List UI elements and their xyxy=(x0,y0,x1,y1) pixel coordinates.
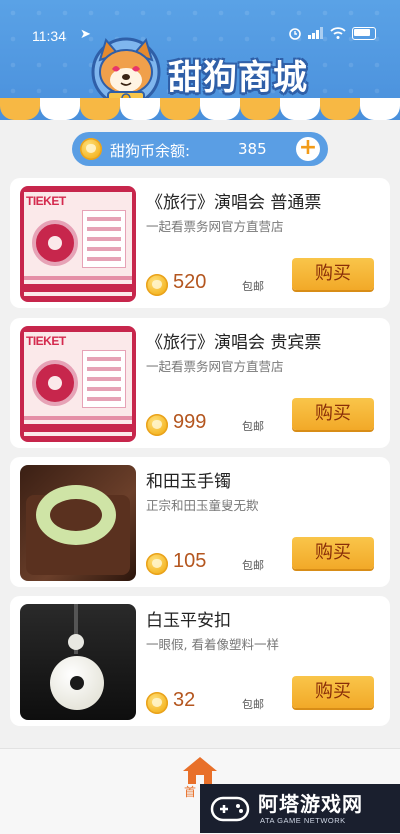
balance-label: 甜狗币余额: xyxy=(110,142,191,160)
gamepad-icon xyxy=(210,796,250,822)
product-card[interactable]: 和田玉手镯 正宗和田玉童叟无欺 105 包邮 购买 xyxy=(10,457,390,587)
buy-button[interactable]: 购买 xyxy=(292,537,374,569)
shipping-label: 包邮 xyxy=(242,280,264,293)
battery-icon xyxy=(352,26,376,40)
product-subtitle: 一眼假, 看着像塑料一样 xyxy=(146,637,279,652)
status-time: 11:34 xyxy=(32,28,66,44)
shipping-label: 包邮 xyxy=(242,559,264,572)
shipping-label: 包邮 xyxy=(242,698,264,711)
product-subtitle: 一起看票务网官方直营店 xyxy=(146,359,284,374)
ticket-image: TIEKET xyxy=(20,326,136,442)
watermark: 阿塔游戏网 ATA GAME NETWORK xyxy=(200,784,400,833)
header: 11:34 ➤ 甜狗商城 xyxy=(0,0,400,120)
product-subtitle: 一起看票务网官方直营店 xyxy=(146,219,284,234)
app-title: 甜狗商城 xyxy=(168,58,308,98)
balance-value: 385 xyxy=(238,140,267,158)
shipping-label: 包邮 xyxy=(242,420,264,433)
jade-bangle-image xyxy=(20,465,136,581)
coin-icon xyxy=(146,274,168,296)
product-title: 白玉平安扣 xyxy=(146,611,231,631)
balance-bar: 甜狗币余额: 385 + xyxy=(72,132,328,166)
product-price: 32 xyxy=(173,689,196,711)
ticket-brand: TIEKET xyxy=(26,334,66,348)
product-thumbnail: TIEKET xyxy=(20,186,136,302)
home-icon[interactable] xyxy=(181,755,219,785)
watermark-subtitle: ATA GAME NETWORK xyxy=(260,816,346,825)
add-balance-button[interactable]: + xyxy=(296,137,320,161)
buy-button[interactable]: 购买 xyxy=(292,398,374,430)
jade-pendant-image xyxy=(20,604,136,720)
coin-icon xyxy=(146,414,168,436)
coin-icon xyxy=(146,553,168,575)
coin-icon xyxy=(146,692,168,714)
product-thumbnail xyxy=(20,604,136,720)
ticket-image: TIEKET xyxy=(20,186,136,302)
product-title: 《旅行》演唱会 普通票 xyxy=(146,193,322,213)
product-thumbnail xyxy=(20,465,136,581)
wifi-icon xyxy=(330,27,346,39)
watermark-title: 阿塔游戏网 xyxy=(258,792,363,816)
product-card[interactable]: TIEKET 《旅行》演唱会 普通票 一起看票务网官方直营店 520 包邮 购买 xyxy=(10,178,390,308)
product-price: 520 xyxy=(173,271,207,293)
product-price: 999 xyxy=(173,411,207,433)
buy-button[interactable]: 购买 xyxy=(292,676,374,708)
product-card[interactable]: 白玉平安扣 一眼假, 看着像塑料一样 32 包邮 购买 xyxy=(10,596,390,726)
product-title: 和田玉手镯 xyxy=(146,472,231,492)
awning-decoration xyxy=(0,98,400,124)
coin-icon xyxy=(80,138,102,160)
product-title: 《旅行》演唱会 贵宾票 xyxy=(146,333,322,353)
product-price: 105 xyxy=(173,550,207,572)
buy-button[interactable]: 购买 xyxy=(292,258,374,290)
ticket-brand: TIEKET xyxy=(26,194,66,208)
product-thumbnail: TIEKET xyxy=(20,326,136,442)
product-card[interactable]: TIEKET 《旅行》演唱会 贵宾票 一起看票务网官方直营店 999 包邮 购买 xyxy=(10,318,390,448)
nav-home-label[interactable]: 首 xyxy=(184,783,196,800)
product-subtitle: 正宗和田玉童叟无欺 xyxy=(146,498,259,513)
